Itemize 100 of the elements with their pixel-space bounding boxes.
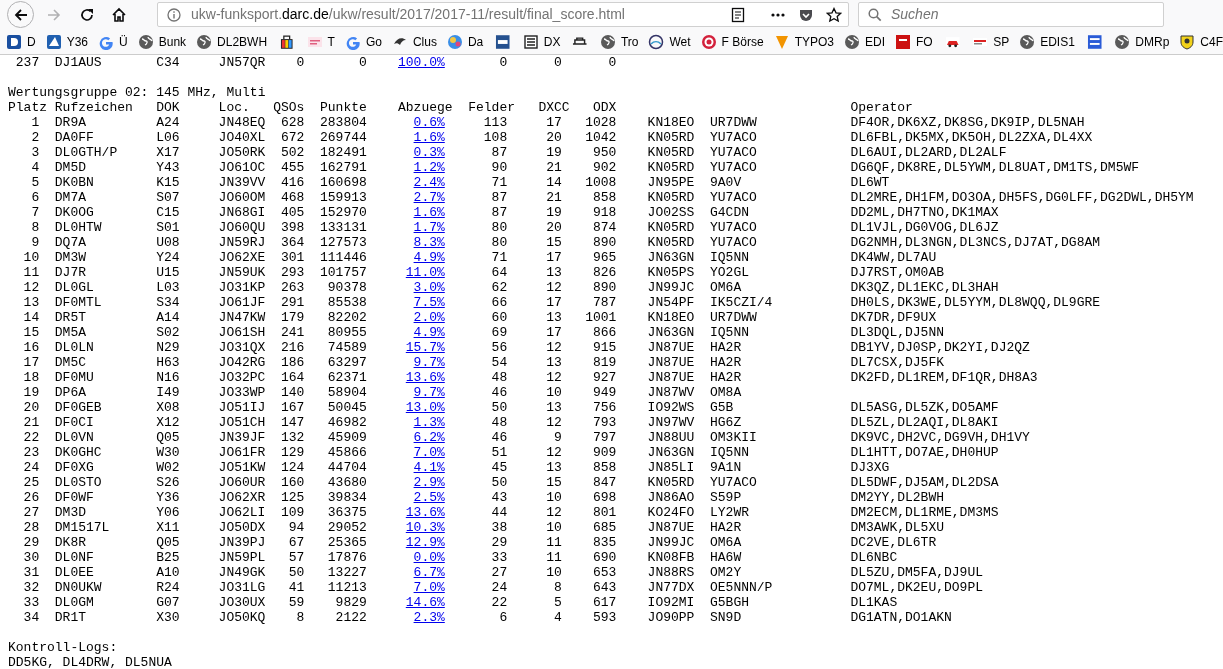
bookmark-icon[interactable] bbox=[279, 33, 295, 50]
table-cell: DL7CSX,DJ5FK bbox=[850, 355, 945, 370]
deduction-link[interactable]: 1.6% bbox=[413, 205, 445, 220]
bookmark-item[interactable]: D bbox=[6, 32, 36, 51]
deduction-link[interactable]: 7.5% bbox=[413, 295, 445, 310]
deduction-link[interactable]: 6.2% bbox=[413, 430, 445, 445]
deduction-link[interactable]: 11.0% bbox=[405, 265, 445, 280]
deduction-link[interactable]: 13.0% bbox=[405, 400, 445, 415]
table-cell: 10 bbox=[23, 250, 40, 265]
table-cell: OM3KII bbox=[710, 430, 757, 445]
table-cell: 685 bbox=[592, 520, 617, 535]
bookmark-item[interactable]: Clus bbox=[391, 32, 437, 51]
bookmark-item[interactable]: F Börse bbox=[700, 32, 764, 51]
bookmark-icon bbox=[446, 33, 463, 50]
table-cell: U08 bbox=[156, 235, 180, 250]
table-cell: 5 bbox=[553, 595, 562, 610]
bookmark-item[interactable]: EDIS1 bbox=[1019, 32, 1075, 51]
deduction-link[interactable]: 1.3% bbox=[413, 415, 445, 430]
deduction-link[interactable]: 12.9% bbox=[405, 535, 445, 550]
deduction-link[interactable]: 7.0% bbox=[413, 445, 445, 460]
bookmark-item[interactable]: C4F bbox=[1179, 32, 1223, 51]
deduction-link[interactable]: 3.0% bbox=[413, 280, 445, 295]
deduction-link[interactable]: 7.0% bbox=[413, 580, 445, 595]
table-cell: DL2MRE,DH1FM,DO3OA,DH5FS,DG0LFF,DG2DWL,DH5YM bbox=[850, 190, 1194, 205]
reader-view-icon[interactable] bbox=[730, 6, 746, 23]
bookmark-item[interactable]: Go bbox=[344, 32, 382, 51]
deduction-link[interactable]: 1.2% bbox=[413, 160, 445, 175]
deduction-link[interactable]: 8.3% bbox=[413, 235, 445, 250]
table-cell: B25 bbox=[156, 550, 180, 565]
table-cell: 17 bbox=[546, 325, 562, 340]
deduction-link[interactable]: 1.7% bbox=[413, 220, 445, 235]
bookmark-item[interactable]: Wet bbox=[648, 32, 691, 51]
deduction-link[interactable]: 2.9% bbox=[413, 475, 445, 490]
table-cell: HA2R bbox=[710, 355, 742, 370]
table-cell: KN18EO bbox=[647, 310, 695, 325]
table-cell: 71 bbox=[491, 175, 508, 190]
reload-icon[interactable] bbox=[79, 6, 95, 23]
table-cell: JN87UE bbox=[647, 370, 695, 385]
bookmark-item[interactable]: DMRp bbox=[1114, 32, 1170, 51]
deduction-link[interactable]: 0.6% bbox=[413, 115, 445, 130]
table-cell: 17 bbox=[23, 355, 40, 370]
bookmark-item[interactable]: DX bbox=[522, 32, 561, 51]
bookmark-item[interactable]: Da bbox=[446, 32, 484, 51]
bookmark-item[interactable]: TYPO3 bbox=[773, 32, 834, 51]
table-cell: JO51CH bbox=[218, 415, 266, 430]
deduction-link[interactable]: 15.7% bbox=[405, 340, 445, 355]
deduction-link[interactable]: 100.0% bbox=[398, 55, 445, 70]
table-cell: U15 bbox=[156, 265, 180, 280]
deduction-link[interactable]: 2.7% bbox=[413, 190, 445, 205]
table-cell: DK3QZ,DL1EKC,DL3HAH bbox=[850, 280, 999, 295]
info-icon[interactable] bbox=[167, 7, 181, 22]
bookmark-star-icon[interactable] bbox=[826, 6, 842, 23]
table-cell: 44704 bbox=[327, 460, 367, 475]
search-box[interactable]: Suchen bbox=[858, 2, 1164, 27]
deduction-link[interactable]: 0.0% bbox=[413, 550, 445, 565]
bookmark-icon[interactable] bbox=[495, 33, 511, 50]
table-cell: 45 bbox=[491, 460, 508, 475]
table-cell: 66 bbox=[491, 295, 508, 310]
table-cell: 15 bbox=[546, 475, 562, 490]
deduction-link[interactable]: 1.6% bbox=[413, 130, 445, 145]
deduction-link[interactable]: 2.4% bbox=[413, 175, 445, 190]
deduction-link[interactable]: 4.9% bbox=[413, 250, 445, 265]
deduction-link[interactable]: 6.7% bbox=[413, 565, 445, 580]
deduction-link[interactable]: 0.3% bbox=[413, 145, 445, 160]
table-cell: 64 bbox=[491, 265, 508, 280]
deduction-link[interactable]: 4.9% bbox=[413, 325, 445, 340]
bookmark-item[interactable]: DL2BWH bbox=[196, 32, 268, 51]
table-cell: DL0HTW bbox=[54, 220, 102, 235]
bookmark-item[interactable]: T bbox=[306, 32, 335, 51]
deduction-link[interactable]: 10.3% bbox=[405, 520, 445, 535]
table-cell: 10 bbox=[546, 565, 562, 580]
deduction-link[interactable]: 2.3% bbox=[413, 610, 445, 625]
bookmark-item[interactable]: FO bbox=[895, 32, 933, 51]
table-cell: Y06 bbox=[156, 505, 180, 520]
deduction-link[interactable]: 2.5% bbox=[413, 490, 445, 505]
table-cell: Q05 bbox=[156, 430, 180, 445]
deduction-link[interactable]: 2.0% bbox=[413, 310, 445, 325]
bookmark-item[interactable]: SP bbox=[972, 32, 1010, 51]
bookmark-item[interactable]: Ü bbox=[98, 32, 128, 51]
bookmark-item[interactable]: Bunk bbox=[137, 32, 187, 51]
bookmark-item[interactable]: EDI bbox=[844, 32, 885, 51]
table-cell: DM3D bbox=[54, 505, 86, 520]
deduction-link[interactable]: 4.1% bbox=[413, 460, 445, 475]
table-cell: DL0VN bbox=[54, 430, 94, 445]
table-cell: 1042 bbox=[585, 130, 617, 145]
table-cell: JN57QR bbox=[218, 55, 266, 70]
table-cell: 46 bbox=[491, 430, 508, 445]
deduction-link[interactable]: 9.7% bbox=[413, 385, 445, 400]
home-icon[interactable] bbox=[111, 6, 127, 23]
table-cell: JO31QX bbox=[218, 340, 266, 355]
table-cell: DM3AWK,DL5XU bbox=[850, 520, 945, 535]
deduction-link[interactable]: 14.6% bbox=[405, 595, 445, 610]
table-cell: JO30UX bbox=[218, 595, 266, 610]
deduction-link[interactable]: 13.6% bbox=[405, 505, 445, 520]
deduction-link[interactable]: 13.6% bbox=[405, 370, 445, 385]
bookmark-item[interactable]: Y36 bbox=[45, 32, 89, 51]
address-bar[interactable]: ukw-funksport.darc.de/ukw/result/2017/2017-11/result/final_score.html bbox=[157, 2, 849, 27]
deduction-link[interactable]: 9.7% bbox=[413, 355, 445, 370]
bookmark-item[interactable]: Tro bbox=[599, 32, 639, 51]
search-field[interactable]: Suchen bbox=[891, 4, 1163, 25]
